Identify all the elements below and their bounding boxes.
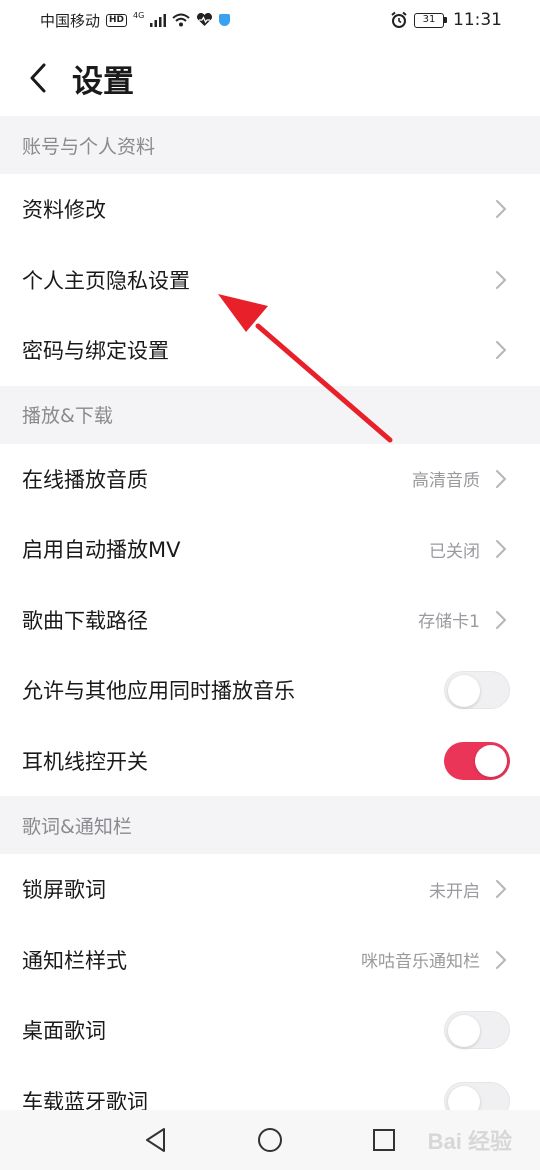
section-header-playback: 播放&下载 — [0, 385, 540, 444]
triangle-back-icon — [146, 1128, 165, 1152]
row-value: 已关闭 — [429, 541, 480, 562]
chevron-right-icon — [494, 878, 508, 900]
chevron-right-icon — [494, 269, 508, 291]
nav-recents-button[interactable] — [369, 1125, 399, 1155]
row-mix-playback: 允许与其他应用同时播放音乐 — [0, 655, 540, 726]
section-header-account: 账号与个人资料 — [0, 116, 540, 174]
wifi-icon — [172, 13, 190, 27]
battery-level: 31 — [414, 12, 444, 28]
mix-playback-toggle[interactable] — [444, 671, 510, 710]
row-label: 资料修改 — [22, 198, 106, 223]
settings-list: 账号与个人资料 资料修改 个人主页隐私设置 密码与绑定设置 播放&下载 在线播放… — [0, 116, 540, 1136]
battery-icon: 31 — [414, 12, 447, 28]
heart-pulse-icon — [197, 13, 213, 26]
row-label: 启用自动播放MV — [22, 538, 181, 563]
row-value: 存储卡1 — [418, 612, 480, 633]
row-label: 桌面歌词 — [22, 1019, 106, 1044]
clock: 11:31 — [453, 10, 502, 30]
row-headset-control: 耳机线控开关 — [0, 725, 540, 796]
row-label: 耳机线控开关 — [22, 749, 148, 774]
nav-back-button[interactable] — [141, 1125, 171, 1155]
chevron-right-icon — [494, 949, 508, 971]
chevron-right-icon — [494, 609, 508, 631]
row-download-path[interactable]: 歌曲下载路径 存储卡1 — [0, 584, 540, 655]
row-desktop-lyrics: 桌面歌词 — [0, 995, 540, 1066]
chevron-right-icon — [494, 198, 508, 220]
row-label: 密码与绑定设置 — [22, 339, 169, 364]
watermark: Bai 经验 — [427, 1129, 512, 1154]
row-profile-edit[interactable]: 资料修改 — [0, 174, 540, 245]
headset-control-toggle[interactable] — [444, 741, 510, 780]
nav-home-button[interactable] — [255, 1125, 285, 1155]
row-lockscreen-lyrics[interactable]: 锁屏歌词 未开启 — [0, 854, 540, 925]
row-password-binding[interactable]: 密码与绑定设置 — [0, 315, 540, 386]
row-label: 允许与其他应用同时播放音乐 — [22, 679, 295, 704]
signal-icon — [150, 13, 167, 27]
circle-home-icon — [258, 1128, 282, 1152]
chevron-right-icon — [494, 339, 508, 361]
chevron-right-icon — [494, 468, 508, 490]
square-recents-icon — [373, 1129, 395, 1151]
row-label: 通知栏样式 — [22, 948, 127, 973]
row-label: 歌曲下载路径 — [22, 608, 148, 633]
desktop-lyrics-toggle[interactable] — [444, 1011, 510, 1050]
status-bar: 中国移动 HD 4G 31 11:31 — [0, 0, 540, 40]
back-arrow-icon — [30, 63, 46, 93]
row-label: 个人主页隐私设置 — [22, 268, 190, 293]
row-label: 在线播放音质 — [22, 467, 148, 492]
chevron-right-icon — [494, 538, 508, 560]
shield-icon — [219, 14, 231, 26]
row-notification-style[interactable]: 通知栏样式 咪咕音乐通知栏 — [0, 924, 540, 995]
row-autoplay-mv[interactable]: 启用自动播放MV 已关闭 — [0, 514, 540, 585]
row-homepage-privacy[interactable]: 个人主页隐私设置 — [0, 244, 540, 315]
row-stream-quality[interactable]: 在线播放音质 高清音质 — [0, 443, 540, 514]
row-label: 锁屏歌词 — [22, 878, 106, 903]
alarm-icon — [391, 11, 407, 28]
row-value: 高清音质 — [412, 471, 480, 492]
page-header: 设置 — [0, 40, 540, 116]
carrier-label: 中国移动 — [40, 11, 101, 30]
row-value: 咪咕音乐通知栏 — [361, 952, 480, 973]
network-type: 4G — [133, 10, 145, 20]
row-value: 未开启 — [429, 881, 480, 902]
section-header-lyrics: 歌词&通知栏 — [0, 796, 540, 854]
hd-badge: HD — [106, 13, 128, 27]
page-title: 设置 — [72, 63, 134, 100]
back-button[interactable] — [8, 40, 68, 116]
